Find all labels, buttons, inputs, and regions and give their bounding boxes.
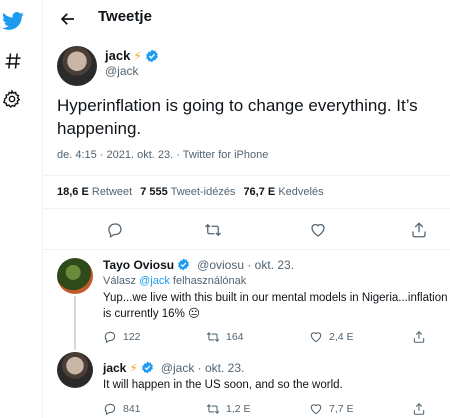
author-name-row[interactable]: jack ⚡ bbox=[105, 48, 159, 63]
author-name[interactable]: jack bbox=[105, 48, 130, 63]
share-icon[interactable] bbox=[409, 220, 429, 240]
tweet-text: Hyperinflation is going to change everyt… bbox=[57, 96, 418, 138]
reply-retweet-action[interactable]: 164 bbox=[206, 330, 244, 344]
page-title: Tweetje bbox=[98, 8, 152, 25]
reply-text: It will happen in the US soon, and so th… bbox=[103, 379, 343, 391]
hashtag-icon[interactable] bbox=[0, 48, 26, 74]
reply-author-name[interactable]: Tayo Oviosu bbox=[103, 258, 174, 272]
retweet-icon[interactable] bbox=[203, 220, 223, 240]
reply-author-avatar[interactable] bbox=[57, 258, 93, 294]
reply-author-avatar[interactable] bbox=[57, 352, 93, 388]
lightning-emoji: ⚡ bbox=[133, 48, 142, 63]
divider bbox=[43, 208, 450, 209]
author-avatar[interactable] bbox=[57, 46, 97, 86]
verified-badge-icon bbox=[145, 49, 159, 63]
like-count: 7,7 E bbox=[329, 403, 354, 415]
main-column: Tweetje jack ⚡ @jack Hyperinflation is g… bbox=[42, 0, 450, 418]
author-handle[interactable]: @jack bbox=[105, 64, 139, 78]
reply-author-meta[interactable]: @jack · okt. 23. bbox=[161, 361, 245, 375]
reply-retweet-action[interactable]: 1,2 E bbox=[206, 402, 251, 416]
reply-author-meta[interactable]: @oviosu · okt. 23. bbox=[197, 258, 294, 272]
verified-badge-icon bbox=[177, 258, 191, 272]
like-heart-icon bbox=[310, 332, 322, 343]
verified-badge-icon bbox=[141, 361, 155, 375]
reply-icon bbox=[104, 331, 116, 344]
back-arrow-icon[interactable] bbox=[57, 8, 79, 30]
like-count: 2,4 E bbox=[329, 331, 354, 343]
reply-count: 841 bbox=[123, 403, 141, 415]
settings-gear-icon[interactable] bbox=[0, 86, 25, 112]
reply-like-action[interactable]: 7,7 E bbox=[309, 402, 354, 416]
reply-text: Yup...we live with this built in our men… bbox=[103, 292, 448, 320]
replying-to: Válasz @jack felhasználónak bbox=[103, 275, 247, 287]
share-icon bbox=[413, 403, 425, 415]
reply-count: 122 bbox=[123, 331, 141, 343]
divider bbox=[43, 175, 450, 176]
reply-author-name[interactable]: jack bbox=[103, 361, 126, 375]
reply-like-action[interactable]: 2,4 E bbox=[309, 330, 354, 344]
reply-icon bbox=[104, 403, 116, 416]
tweet-actions bbox=[43, 218, 450, 242]
retweets-stat[interactable]: 18,6 E Retweet bbox=[57, 186, 132, 198]
reply-reply-action[interactable]: 841 bbox=[103, 402, 141, 416]
share-icon bbox=[413, 331, 425, 343]
like-heart-icon bbox=[310, 404, 322, 415]
reply-share-action[interactable] bbox=[412, 402, 426, 416]
retweet-count: 164 bbox=[226, 331, 244, 343]
quotes-stat[interactable]: 7 555 Tweet-idézés bbox=[140, 186, 235, 198]
mention-link[interactable]: @jack bbox=[139, 275, 170, 287]
tweet-meta[interactable]: de. 4:15 · 2021. okt. 23. · Twitter for … bbox=[57, 149, 268, 161]
retweet-icon bbox=[206, 332, 220, 342]
reply-author-row[interactable]: Tayo Oviosu @oviosu · okt. 23. bbox=[103, 258, 294, 272]
left-nav-rail bbox=[0, 0, 42, 418]
reply-author-row[interactable]: jack ⚡ @jack · okt. 23. bbox=[103, 361, 244, 375]
divider bbox=[43, 249, 450, 250]
retweet-count: 1,2 E bbox=[226, 403, 251, 415]
tweet-stats: 18,6 E Retweet 7 555 Tweet-idézés 76,7 E… bbox=[57, 186, 324, 198]
page-header: Tweetje bbox=[43, 0, 450, 38]
thread-line bbox=[74, 296, 76, 350]
like-heart-icon[interactable] bbox=[308, 220, 328, 240]
reply-reply-action[interactable]: 122 bbox=[103, 330, 141, 344]
retweet-icon bbox=[206, 404, 220, 414]
reply-icon[interactable] bbox=[105, 220, 125, 240]
lightning-emoji: ⚡ bbox=[129, 361, 138, 375]
likes-stat[interactable]: 76,7 E Kedvelés bbox=[243, 186, 323, 198]
reply-share-action[interactable] bbox=[412, 330, 426, 344]
twitter-bird-icon[interactable] bbox=[0, 8, 26, 34]
